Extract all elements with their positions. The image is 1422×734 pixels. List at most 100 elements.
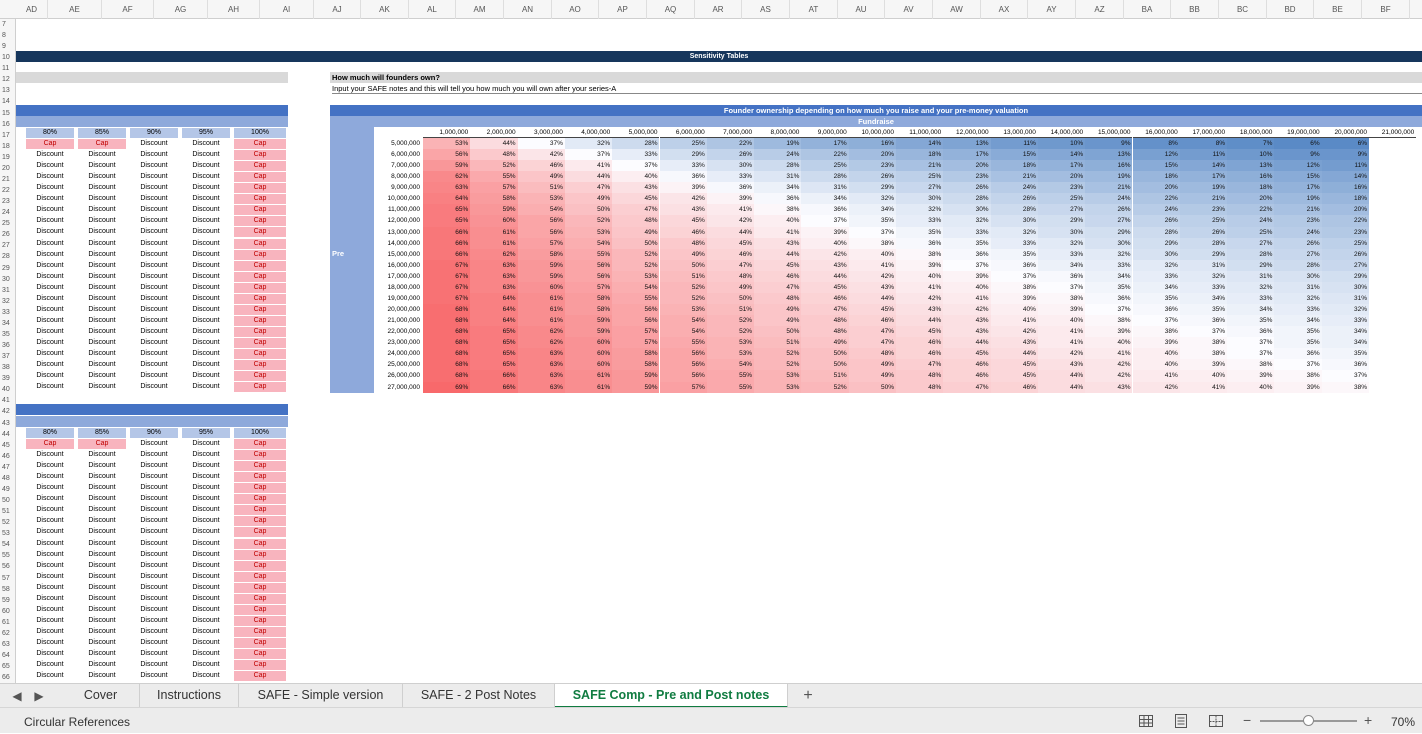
row-header[interactable]: 24: [0, 207, 15, 218]
row-header[interactable]: 29: [0, 263, 15, 274]
column-header[interactable]: BC: [1219, 0, 1267, 19]
row-header[interactable]: 35: [0, 329, 15, 340]
sheet-tab[interactable]: SAFE - Simple version: [239, 684, 403, 708]
row-header[interactable]: 36: [0, 340, 15, 351]
add-sheet-button[interactable]: +: [797, 684, 819, 708]
column-header[interactable]: BE: [1314, 0, 1362, 19]
row-header[interactable]: 58: [0, 584, 15, 595]
row-header[interactable]: 66: [0, 672, 15, 683]
zoom-slider-thumb[interactable]: [1302, 715, 1314, 726]
row-header[interactable]: 65: [0, 661, 15, 672]
column-header[interactable]: AE: [48, 0, 102, 19]
sheet-tab[interactable]: Cover: [62, 684, 140, 708]
row-header[interactable]: 19: [0, 152, 15, 163]
row-header[interactable]: 30: [0, 274, 15, 285]
column-header[interactable]: AS: [742, 0, 790, 19]
row-header[interactable]: 40: [0, 384, 15, 395]
row-header[interactable]: 54: [0, 539, 15, 550]
row-header[interactable]: 34: [0, 318, 15, 329]
row-header[interactable]: 8: [0, 30, 15, 41]
column-header[interactable]: AU: [838, 0, 885, 19]
column-header[interactable]: AW: [933, 0, 981, 19]
row-header[interactable]: 33: [0, 307, 15, 318]
column-header[interactable]: AZ: [1076, 0, 1124, 19]
zoom-out-button[interactable]: −: [1243, 712, 1251, 728]
row-header[interactable]: 26: [0, 229, 15, 240]
row-header[interactable]: 11: [0, 63, 15, 74]
row-header[interactable]: 48: [0, 473, 15, 484]
row-header[interactable]: 9: [0, 41, 15, 52]
zoom-level[interactable]: 70%: [1391, 715, 1415, 729]
row-header[interactable]: 38: [0, 362, 15, 373]
row-header[interactable]: 47: [0, 462, 15, 473]
column-header[interactable]: AX: [981, 0, 1028, 19]
page-layout-view-icon[interactable]: [1173, 713, 1189, 729]
row-header[interactable]: 55: [0, 550, 15, 561]
sheet-tab[interactable]: Instructions: [140, 684, 239, 708]
column-header[interactable]: AH: [208, 0, 260, 19]
row-header[interactable]: 42: [0, 406, 15, 417]
zoom-in-button[interactable]: +: [1364, 712, 1372, 728]
row-header[interactable]: 25: [0, 218, 15, 229]
column-header[interactable]: BD: [1267, 0, 1314, 19]
row-header[interactable]: 22: [0, 185, 15, 196]
column-header[interactable]: AT: [790, 0, 838, 19]
row-header[interactable]: 37: [0, 351, 15, 362]
row-header[interactable]: 53: [0, 528, 15, 539]
row-header[interactable]: 12: [0, 74, 15, 85]
row-header[interactable]: 57: [0, 573, 15, 584]
column-header[interactable]: AN: [504, 0, 552, 19]
row-header[interactable]: 41: [0, 395, 15, 406]
prev-sheet-button[interactable]: ◀: [10, 684, 24, 708]
column-header[interactable]: AM: [456, 0, 504, 19]
row-header[interactable]: 32: [0, 296, 15, 307]
row-header[interactable]: 23: [0, 196, 15, 207]
row-header[interactable]: 64: [0, 650, 15, 661]
row-header[interactable]: 62: [0, 628, 15, 639]
row-header[interactable]: 31: [0, 285, 15, 296]
row-header[interactable]: 50: [0, 495, 15, 506]
column-header[interactable]: BB: [1171, 0, 1219, 19]
row-header[interactable]: 27: [0, 240, 15, 251]
row-header[interactable]: 20: [0, 163, 15, 174]
row-header[interactable]: 56: [0, 561, 15, 572]
column-header[interactable]: AK: [361, 0, 409, 19]
sheet-grid[interactable]: Sensitivity Tables 80% 85% 90% 95% 100% Cap Ca…: [16, 19, 1422, 683]
row-header[interactable]: 15: [0, 108, 15, 119]
row-header[interactable]: 7: [0, 19, 15, 30]
column-header[interactable]: AR: [695, 0, 742, 19]
next-sheet-button[interactable]: ▶: [32, 684, 46, 708]
row-header[interactable]: 16: [0, 119, 15, 130]
row-header[interactable]: 28: [0, 251, 15, 262]
column-header[interactable]: AF: [102, 0, 154, 19]
row-header[interactable]: 45: [0, 440, 15, 451]
row-header[interactable]: 61: [0, 617, 15, 628]
column-header[interactable]: AJ: [314, 0, 361, 19]
column-header[interactable]: AV: [885, 0, 933, 19]
row-header[interactable]: 43: [0, 418, 15, 429]
row-header[interactable]: 59: [0, 595, 15, 606]
sheet-tab[interactable]: SAFE - 2 Post Notes: [403, 684, 555, 708]
row-header[interactable]: 60: [0, 606, 15, 617]
sheet-tab[interactable]: SAFE Comp - Pre and Post notes: [555, 684, 788, 708]
row-header[interactable]: 51: [0, 506, 15, 517]
column-header[interactable]: AY: [1028, 0, 1076, 19]
column-header[interactable]: AO: [552, 0, 599, 19]
status-circular-references[interactable]: Circular References: [24, 715, 130, 729]
column-header[interactable]: AI: [260, 0, 314, 19]
normal-view-icon[interactable]: [1138, 713, 1154, 729]
row-header[interactable]: 63: [0, 639, 15, 650]
page-break-view-icon[interactable]: [1208, 713, 1224, 729]
column-header[interactable]: AQ: [647, 0, 695, 19]
row-header[interactable]: 46: [0, 451, 15, 462]
column-header[interactable]: BF: [1362, 0, 1410, 19]
column-header[interactable]: BA: [1124, 0, 1171, 19]
column-header[interactable]: AP: [599, 0, 647, 19]
row-header[interactable]: 10: [0, 52, 15, 63]
row-header[interactable]: 49: [0, 484, 15, 495]
column-header[interactable]: AD: [16, 0, 48, 19]
row-header[interactable]: 17: [0, 130, 15, 141]
row-header[interactable]: 13: [0, 85, 15, 96]
row-header[interactable]: 52: [0, 517, 15, 528]
row-header[interactable]: 39: [0, 373, 15, 384]
